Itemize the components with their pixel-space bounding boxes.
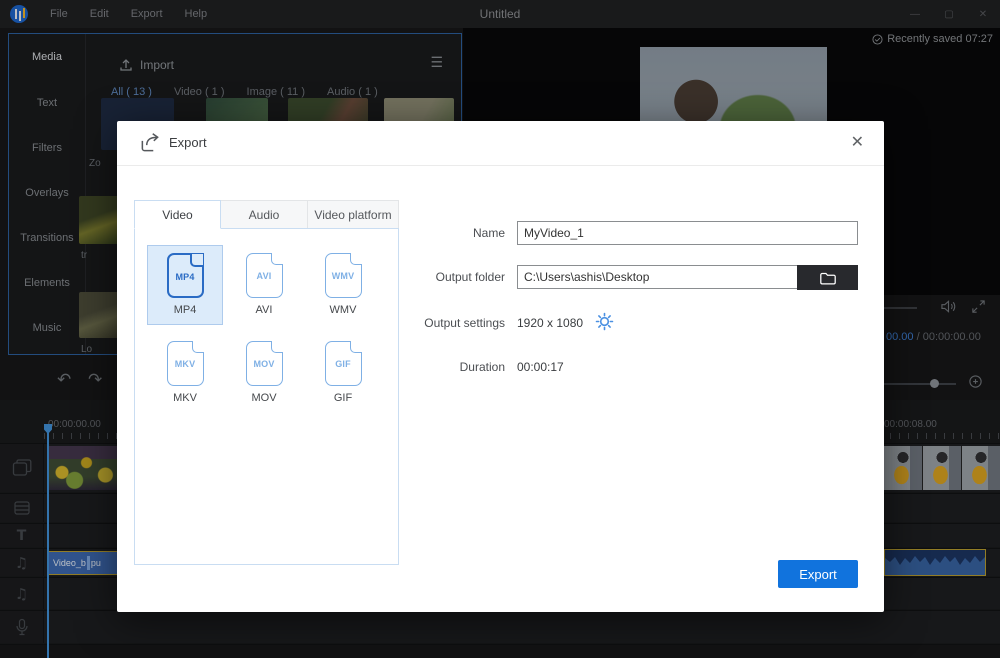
export-dialog: Export ✕ Video Audio Video platform MP4 … xyxy=(117,121,884,612)
format-panel: Video Audio Video platform MP4 MP4 AVI A… xyxy=(134,200,399,565)
tab-video[interactable]: Video xyxy=(134,200,221,229)
output-folder-input[interactable] xyxy=(517,265,798,289)
output-folder-row: Output folder xyxy=(117,265,877,291)
duration-label: Duration xyxy=(459,360,505,374)
output-folder-label: Output folder xyxy=(435,270,505,284)
output-settings-value: 1920 x 1080 xyxy=(517,316,584,330)
app-window: File Edit Export Help Untitled — ▢ ✕ Med… xyxy=(0,0,1000,658)
format-caption: MKV xyxy=(173,392,197,404)
export-button[interactable]: Export xyxy=(778,560,858,588)
duration-value: 00:00:17 xyxy=(517,360,564,374)
name-input[interactable] xyxy=(517,221,858,245)
browse-folder-button[interactable] xyxy=(797,265,858,290)
duration-row: Duration 00:00:17 xyxy=(117,355,877,381)
format-caption: GIF xyxy=(333,392,353,404)
settings-button[interactable] xyxy=(595,312,615,332)
folder-icon xyxy=(819,272,836,284)
gear-icon xyxy=(595,312,614,331)
close-dialog-icon[interactable]: ✕ xyxy=(851,132,864,152)
name-row: Name xyxy=(117,221,877,247)
output-settings-label: Output settings xyxy=(424,316,505,330)
output-settings-row: Output settings 1920 x 1080 xyxy=(117,311,877,337)
format-caption: MOV xyxy=(251,392,277,404)
dialog-title: Export xyxy=(169,135,207,150)
export-icon xyxy=(141,133,159,152)
dialog-header: Export ✕ xyxy=(117,121,884,166)
